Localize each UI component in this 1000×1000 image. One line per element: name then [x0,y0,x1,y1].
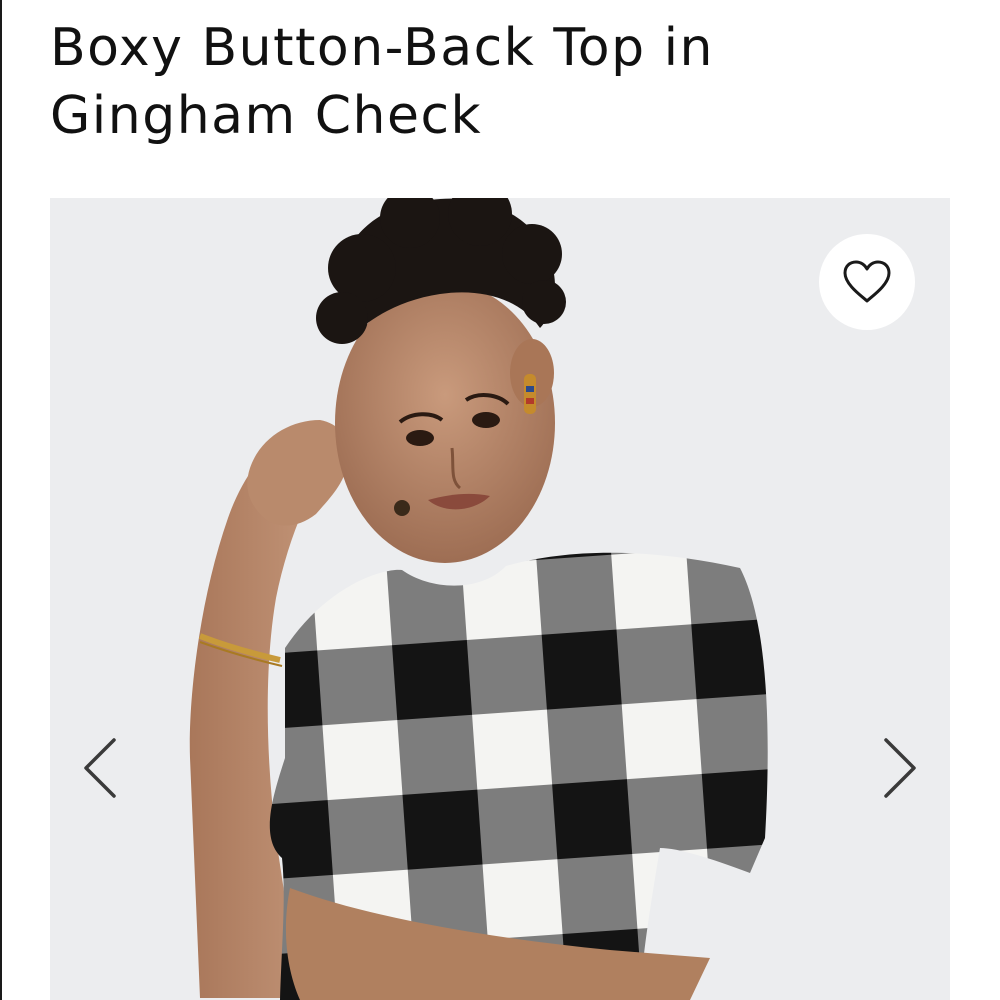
chevron-left-icon [84,738,116,798]
favorite-button[interactable] [819,234,915,330]
product-image-gallery[interactable] [50,198,950,1000]
next-image-button[interactable] [870,728,930,808]
previous-image-button[interactable] [70,728,130,808]
product-photo [50,198,950,1000]
product-title: Boxy Button-Back Top in Gingham Check [50,18,715,146]
heart-outline-icon [843,260,891,303]
product-page: Boxy Button-Back Top in Gingham Check [0,0,1000,1000]
chevron-right-icon [884,738,916,798]
left-border [0,0,2,1000]
